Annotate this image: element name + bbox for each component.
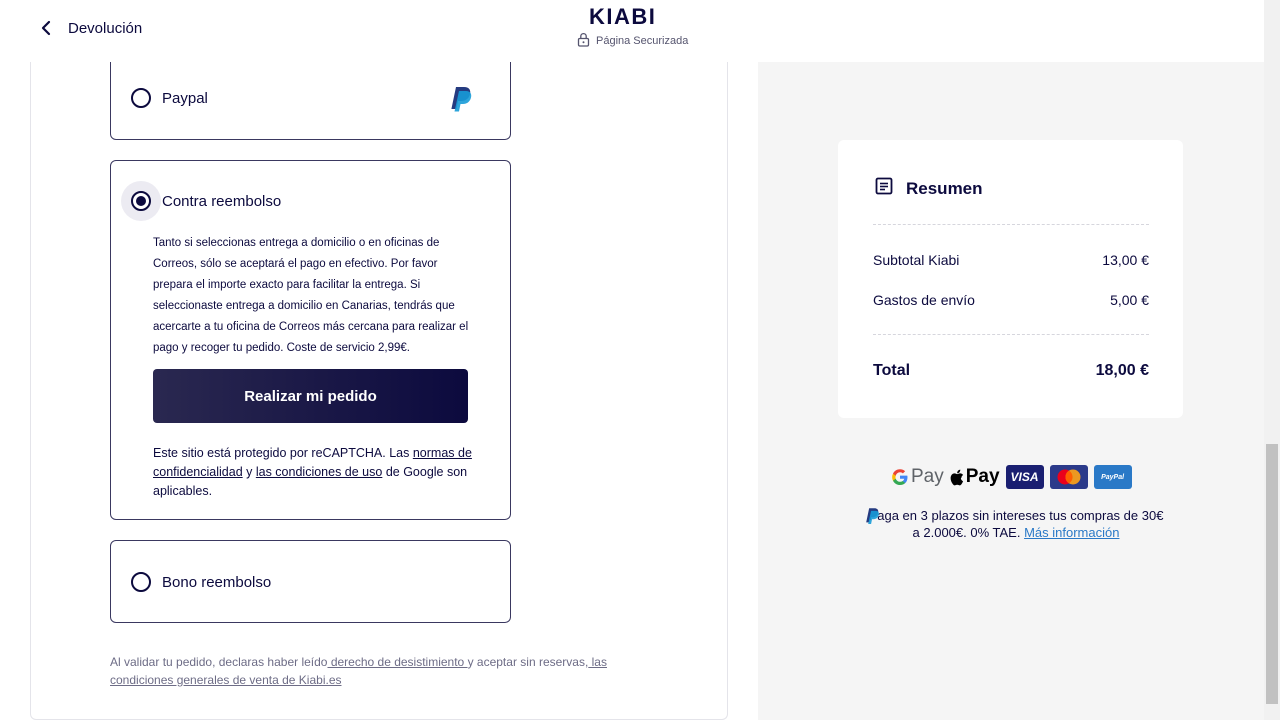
withdrawal-right-link[interactable]: derecho de desistimiento [327,655,467,669]
mastercard-badge [1049,465,1088,489]
back-button[interactable]: Devolución [38,17,142,39]
total-value: 18,00 € [1095,362,1149,379]
cod-description: Tanto si seleccionas entrega a domicilio… [153,237,469,354]
google-g-icon [892,469,908,485]
paypal-badge: PayPal [1093,465,1132,489]
cod-radio-halo [121,181,161,221]
shipping-value: 5,00 € [1110,292,1149,308]
cod-label: Contra reembolso [162,192,282,210]
paypal-label: Paypal [162,89,208,107]
legal-mid: y aceptar sin reservas, [467,655,589,669]
apple-pay-text: Pay [965,466,1000,487]
summary-title: Resumen [874,176,983,201]
payment-option-bono[interactable]: Bono reembolso [110,540,511,623]
mastercard-icon [1057,469,1081,485]
more-info-link[interactable]: Más información [1024,525,1119,540]
page-header: Devolución KIABI Página Securizada [0,0,1264,62]
payment-option-cod[interactable]: Contra reembolso Tanto si seleccionas en… [110,160,511,520]
paypal-radio[interactable] [131,88,151,108]
installments-notice: Paga en 3 plazos sin intereses tus compr… [866,507,1166,541]
summary-divider-top [873,224,1149,225]
subtotal-label: Subtotal Kiabi [873,252,960,268]
lock-icon [577,32,590,50]
summary-row-shipping: Gastos de envío 5,00 € [873,292,1149,308]
summary-row-subtotal: Subtotal Kiabi 13,00 € [873,252,1149,268]
secure-label: Página Securizada [596,35,689,47]
back-label: Devolución [68,19,143,37]
visa-badge: VISA [1005,465,1044,489]
paypal-radio-row[interactable]: Paypal [131,88,208,108]
paypal-icon [450,85,474,113]
apple-pay-badge: Pay [950,466,1000,488]
google-pay-badge: Pay [891,466,944,488]
bono-label: Bono reembolso [162,573,272,591]
recaptcha-mid: y [242,465,256,479]
paypal-small-icon [865,507,881,529]
page-scrollbar[interactable] [1264,0,1280,720]
payment-option-paypal[interactable]: Paypal [110,58,511,140]
kiabi-logo[interactable]: KIABI [589,4,656,30]
order-summary-card: Resumen Subtotal Kiabi 13,00 € Gastos de… [838,140,1183,418]
accepted-payments: Pay Pay VISA PayPal [891,465,1132,489]
recaptcha-prefix: Este sitio está protegido por reCAPTCHA.… [153,446,413,460]
apple-icon [950,469,963,485]
google-pay-text: Pay [911,466,944,487]
summary-row-total: Total 18,00 € [873,362,1149,380]
bono-radio[interactable] [131,572,151,592]
chevron-left-icon [38,17,54,39]
paypal-badge-text: PayPal [1101,473,1125,481]
secure-page-indicator: Página Securizada [577,32,688,50]
total-label: Total [873,362,911,379]
summary-divider-bottom [873,334,1149,335]
place-order-button[interactable]: Realizar mi pedido [153,369,468,423]
summary-panel: Resumen Subtotal Kiabi 13,00 € Gastos de… [758,62,1264,720]
legal-notice: Al validar tu pedido, declaras haber leí… [110,653,630,689]
scrollbar-thumb[interactable] [1266,444,1278,704]
cod-radio[interactable] [131,191,151,211]
terms-of-use-link[interactable]: las condiciones de uso [256,465,382,479]
legal-prefix: Al validar tu pedido, declaras haber leí… [110,655,328,669]
bono-radio-row[interactable]: Bono reembolso [131,572,271,592]
summary-title-text: Resumen [906,178,983,198]
subtotal-value: 13,00 € [1102,252,1149,268]
shipping-label: Gastos de envío [873,292,975,308]
recaptcha-notice: Este sitio está protegido por reCAPTCHA.… [153,444,473,501]
receipt-icon [874,176,894,201]
cod-radio-row[interactable]: Contra reembolso [121,181,282,221]
